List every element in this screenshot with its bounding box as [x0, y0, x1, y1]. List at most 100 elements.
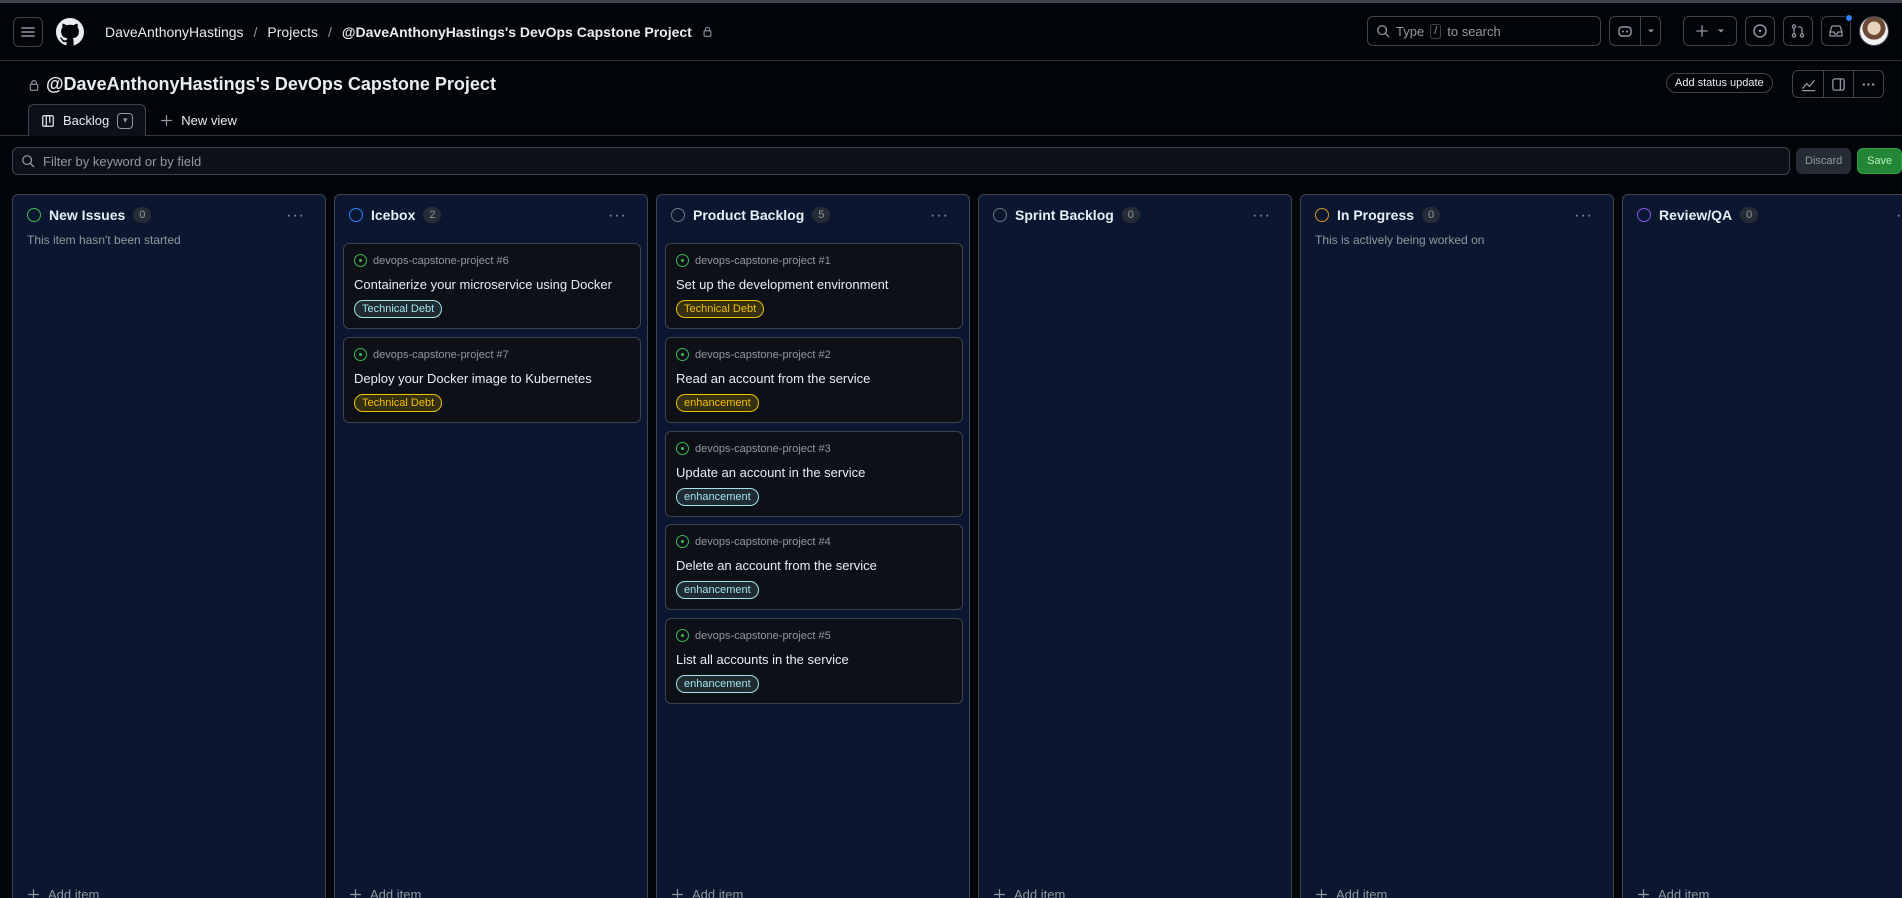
status-circle-icon — [27, 208, 41, 222]
pull-request-icon — [1791, 24, 1805, 38]
issue-title-link[interactable]: Containerize your microservice using Doc… — [354, 277, 612, 292]
tab-backlog[interactable]: Backlog ▾ — [28, 104, 147, 136]
plus-icon — [161, 114, 173, 126]
board-column: New Issues 0 ··· This item hasn't been star… — [12, 194, 326, 898]
search-shortcut-key: / — [1430, 23, 1442, 39]
new-view-button[interactable]: New view — [146, 104, 251, 136]
user-avatar[interactable] — [1859, 16, 1889, 46]
search-suffix: to search — [1447, 23, 1501, 39]
add-item-button[interactable]: Add item — [349, 887, 421, 898]
issue-title-link[interactable]: Delete an account from the service — [676, 558, 877, 573]
create-new-button[interactable] — [1683, 16, 1737, 46]
issue-reference-text: devops-capstone-project #1 — [695, 254, 831, 267]
inbox-button[interactable] — [1821, 14, 1853, 46]
breadcrumb-projects[interactable]: Projects — [261, 24, 324, 40]
discard-button[interactable]: Discard — [1796, 148, 1852, 174]
plus-icon — [1316, 889, 1327, 898]
copilot-dropdown-button[interactable] — [1640, 17, 1660, 45]
add-item-button[interactable]: Add item — [993, 887, 1065, 898]
global-search[interactable]: Type / to search — [1367, 16, 1601, 46]
breadcrumb: DaveAnthonyHastings / Projects / @DaveAn… — [99, 24, 713, 40]
issue-card[interactable]: devops-capstone-project #7 Deploy your Do… — [343, 337, 641, 423]
column-options-button[interactable]: ··· — [1252, 207, 1271, 225]
add-item-button[interactable]: Add item — [671, 887, 743, 898]
project-more-button[interactable] — [1853, 71, 1883, 97]
side-panel-button[interactable] — [1823, 71, 1853, 97]
add-item-button[interactable]: Add item — [1315, 887, 1387, 898]
column-options-button[interactable]: ··· — [1574, 207, 1593, 225]
lock-icon — [29, 79, 39, 91]
sidebar-icon — [1832, 77, 1845, 91]
caret-down-icon — [1647, 29, 1654, 33]
issue-label[interactable]: Technical Debt — [354, 394, 443, 412]
inbox-icon — [1829, 25, 1843, 37]
copilot-button-group — [1609, 16, 1661, 46]
issue-title-link[interactable]: Read an account from the service — [676, 371, 870, 386]
pull-requests-button[interactable] — [1783, 16, 1813, 46]
issues-button[interactable] — [1745, 16, 1775, 46]
save-button[interactable]: Save — [1857, 148, 1902, 174]
column-count: 0 — [1422, 207, 1441, 223]
project-header: @DaveAnthonyHastings's DevOps Capstone P… — [0, 62, 1902, 136]
issue-reference: devops-capstone-project #1 — [676, 254, 831, 267]
caret-down-icon — [1718, 29, 1724, 33]
issue-label[interactable]: Technical Debt — [354, 300, 443, 318]
issue-opened-icon — [676, 442, 689, 455]
issue-reference-text: devops-capstone-project #2 — [695, 348, 831, 361]
issue-card[interactable]: devops-capstone-project #3 Update an acco… — [665, 431, 963, 517]
add-item-label: Add item — [370, 887, 422, 898]
issue-opened-icon — [1753, 24, 1767, 38]
issue-opened-icon — [354, 348, 367, 361]
issue-label[interactable]: enhancement — [676, 675, 759, 693]
issue-label[interactable]: enhancement — [676, 394, 759, 412]
issue-label[interactable]: enhancement — [676, 488, 759, 506]
global-header: DaveAnthonyHastings / Projects / @DaveAn… — [0, 3, 1902, 61]
issue-label[interactable]: Technical Debt — [676, 300, 765, 318]
board-column: Product Backlog 5 ··· devops-capstone-proje… — [656, 194, 970, 898]
breadcrumb-project[interactable]: @DaveAnthonyHastings's DevOps Capstone P… — [336, 24, 698, 40]
add-item-label: Add item — [692, 887, 744, 898]
column-options-button[interactable]: ··· — [1896, 207, 1902, 225]
insights-button[interactable] — [1793, 71, 1823, 97]
issue-reference: devops-capstone-project #7 — [354, 348, 509, 361]
copilot-button[interactable] — [1610, 17, 1640, 45]
notification-indicator — [1845, 14, 1853, 22]
issue-card[interactable]: devops-capstone-project #1 Set up the dev… — [665, 243, 963, 329]
column-name: Sprint Backlog — [1015, 207, 1114, 223]
issue-title-link[interactable]: List all accounts in the service — [676, 652, 849, 667]
plus-icon — [28, 889, 39, 898]
issue-title-link[interactable]: Update an account in the service — [676, 465, 865, 480]
issue-reference-text: devops-capstone-project #7 — [373, 348, 509, 361]
add-item-button[interactable]: Add item — [1637, 887, 1709, 898]
column-options-button[interactable]: ··· — [930, 207, 949, 225]
search-icon — [22, 155, 35, 168]
issue-title-link[interactable]: Set up the development environment — [676, 277, 888, 292]
issue-card[interactable]: devops-capstone-project #2 Read an accoun… — [665, 337, 963, 423]
breadcrumb-owner[interactable]: DaveAnthonyHastings — [99, 24, 250, 40]
column-name: Product Backlog — [693, 207, 805, 223]
tab-label: Backlog — [63, 113, 110, 128]
tab-options-button[interactable]: ▾ — [117, 112, 134, 129]
breadcrumb-separator: / — [253, 23, 258, 40]
issue-reference-text: devops-capstone-project #3 — [695, 442, 831, 455]
column-description: This item hasn't been started — [27, 233, 181, 247]
column-header: New Issues 0 — [27, 207, 152, 223]
column-options-button[interactable]: ··· — [286, 207, 305, 225]
issue-card[interactable]: devops-capstone-project #4 Delete an acco… — [665, 524, 963, 610]
issue-reference: devops-capstone-project #5 — [676, 629, 831, 642]
issue-card[interactable]: devops-capstone-project #6 Containerize y… — [343, 243, 641, 329]
menu-button[interactable] — [13, 16, 43, 47]
column-description: This is actively being worked on — [1315, 233, 1485, 247]
issue-label[interactable]: enhancement — [676, 581, 759, 599]
github-logo[interactable] — [55, 17, 85, 47]
search-icon — [1377, 25, 1390, 38]
add-status-update-button[interactable]: Add status update — [1666, 73, 1773, 93]
column-header: Sprint Backlog 0 — [993, 207, 1140, 223]
add-item-button[interactable]: Add item — [27, 887, 99, 898]
board-column: Icebox 2 ··· devops-capstone-project #6 Cont… — [334, 194, 648, 898]
graph-icon — [1801, 79, 1815, 91]
column-options-button[interactable]: ··· — [608, 207, 627, 225]
issue-card[interactable]: devops-capstone-project #5 List all accou… — [665, 618, 963, 704]
issue-title-link[interactable]: Deploy your Docker image to Kubernetes — [354, 371, 592, 386]
filter-input[interactable]: Filter by keyword or by field — [12, 147, 1790, 175]
